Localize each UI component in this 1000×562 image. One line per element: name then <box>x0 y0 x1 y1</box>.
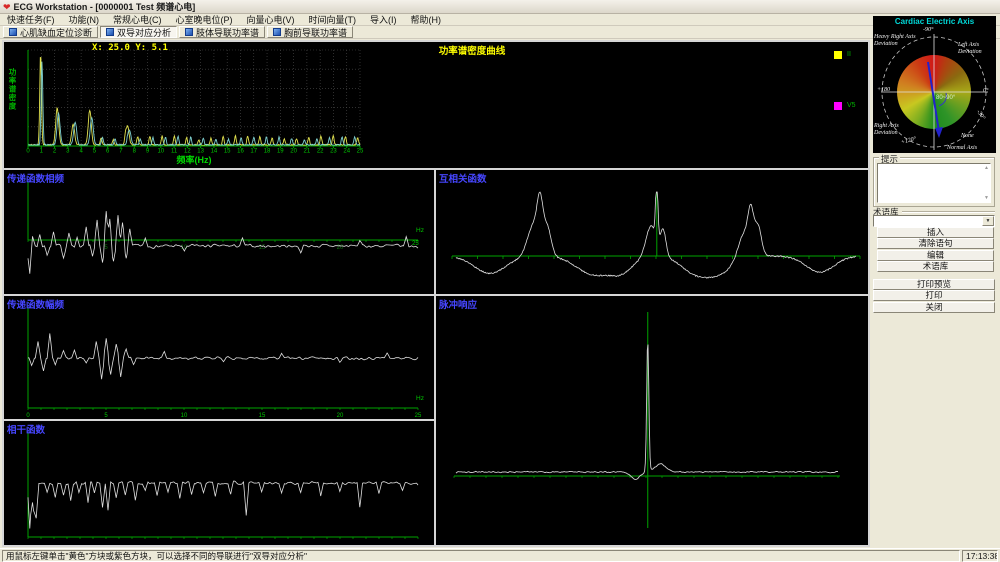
transfer-amplitude-panel: 传递函数幅频 Hz 0510152025 <box>2 294 436 421</box>
menu-item[interactable]: 时间向量(T) <box>302 14 364 26</box>
insert-button[interactable]: 插入 <box>877 227 994 238</box>
hint-textarea[interactable]: ▲ ▼ <box>877 163 991 203</box>
psd-x-axis-label: 频率(Hz) <box>28 153 360 166</box>
lead-ii-label: II <box>847 51 851 58</box>
status-message-cell: 用鼠标左键单击"黄色"方块或紫色方块，可以选择不同的导联进行"双导对应分析" <box>2 550 960 562</box>
menubar: 快速任务(F)功能(N)常规心电(C)心室晚电位(P)向量心电(V)时间向量(T… <box>0 14 1000 26</box>
menu-item[interactable]: 向量心电(V) <box>240 14 302 26</box>
cross-correlation-panel: 互相关函数 <box>434 168 870 296</box>
xcorr-plot <box>436 170 868 294</box>
status-message: 用鼠标左键单击"黄色"方块或紫色方块，可以选择不同的导联进行"双导对应分析" <box>6 551 307 561</box>
tab-label: 肢体导联功率谱 <box>196 26 259 39</box>
term-library-button[interactable]: 术语库 <box>877 261 994 272</box>
tab-icon <box>273 28 281 36</box>
lead-v5-label: V5 <box>847 102 856 109</box>
amp-hz-label: Hz <box>416 395 424 402</box>
compass-label-zero: 0° <box>983 88 988 95</box>
psd-y-axis-label: 功率谱密度 <box>7 68 18 111</box>
compass-label-heavy-right: Heavy Right Axis Deviation <box>874 34 922 47</box>
svg-text:5: 5 <box>104 245 108 251</box>
scroll-down-icon[interactable]: ▼ <box>984 195 989 201</box>
status-time-cell: 17:13:38 <box>962 550 998 562</box>
edit-button[interactable]: 编辑 <box>877 250 994 261</box>
transfer-phase-panel: 传递函数相频 Hz 25 5101520 <box>2 168 436 296</box>
lead-ii-swatch[interactable] <box>834 51 842 59</box>
menu-item[interactable]: 功能(N) <box>62 14 107 26</box>
phase-hz-label: Hz <box>416 227 424 234</box>
toolbar-tab[interactable]: 胸前导联功率谱 <box>267 26 353 38</box>
menu-item[interactable]: 导入(I) <box>363 14 404 26</box>
menu-item[interactable]: 心室晚电位(P) <box>169 14 240 26</box>
tab-label: 双导对应分析 <box>117 26 171 39</box>
app-heart-icon: ❤ <box>3 2 11 12</box>
menu-item[interactable]: 帮助(H) <box>404 14 449 26</box>
transfer-amplitude-title: 传递函数幅频 <box>7 297 64 311</box>
toolbar-tab[interactable]: 心肌缺血定位诊断 <box>3 26 98 38</box>
close-button[interactable]: 关闭 <box>873 302 995 313</box>
impulse-response-title: 脉冲响应 <box>439 297 477 311</box>
axis-reading: 80~90° <box>936 95 955 101</box>
compass-label-right-axis: Right Axis Deviation <box>874 123 914 136</box>
compass-label-normal-axis: Normal Axis <box>947 145 977 152</box>
chevron-down-icon: ▼ <box>986 218 991 224</box>
tab-icon <box>106 28 114 36</box>
window-title: ECG Workstation - [0000001 Test 频谱心电] <box>14 0 196 13</box>
transfer-phase-title: 传递函数相频 <box>7 171 64 185</box>
menu-item[interactable]: 常规心电(C) <box>106 14 169 26</box>
toolbar-tab[interactable]: 肢体导联功率谱 <box>179 26 265 38</box>
etched-divider <box>902 211 995 213</box>
print-button[interactable]: 打印 <box>873 290 995 301</box>
menu-item[interactable]: 快速任务(F) <box>0 14 62 26</box>
compass-label-none: None <box>961 133 974 140</box>
tab-icon <box>9 28 17 36</box>
impulse-plot <box>436 296 868 545</box>
phase-end-tick: 25 <box>412 241 419 247</box>
psd-plot: 0123456789101112131415161718192021222324… <box>4 42 868 168</box>
charts-area: X: 25.0 Y: 5.1 功率谱密度曲线 功率谱密度 频率(Hz) II V… <box>2 40 870 547</box>
phase-plot: 5101520 <box>4 170 434 294</box>
hint-groupbox: 提示 ▲ ▼ <box>873 157 995 207</box>
psd-title: 功率谱密度曲线 <box>40 43 870 57</box>
statusbar: 用鼠标左键单击"黄色"方块或紫色方块，可以选择不同的导联进行"双导对应分析" 1… <box>0 548 1000 562</box>
psd-panel: X: 25.0 Y: 5.1 功率谱密度曲线 功率谱密度 频率(Hz) II V… <box>2 40 870 170</box>
cross-correlation-title: 互相关函数 <box>439 171 487 185</box>
coherence-panel: 相干函数 <box>2 419 436 547</box>
compass-label-minus90: -90° <box>923 27 933 34</box>
tab-label: 心肌缺血定位诊断 <box>20 26 92 39</box>
axis-needle-arrowhead <box>935 127 943 138</box>
clear-statement-button[interactable]: 清除语句 <box>877 238 994 249</box>
amp-plot: 0510152025 <box>4 296 434 419</box>
impulse-response-panel: 脉冲响应 <box>434 294 870 547</box>
status-time: 17:13:38 <box>966 551 998 561</box>
scroll-up-icon[interactable]: ▲ <box>984 165 989 171</box>
tab-label: 胸前导联功率谱 <box>284 26 347 39</box>
term-combobox[interactable]: ▼ <box>873 215 995 227</box>
compass-label-left-axis: Left Axis Deviation <box>958 42 994 55</box>
toolbar-tab[interactable]: 双导对应分析 <box>100 26 177 38</box>
compass-label-plus180: +180 <box>877 87 890 94</box>
coherence-plot <box>4 421 434 545</box>
combo-dropdown-button[interactable]: ▼ <box>982 216 994 226</box>
lead-v5-swatch[interactable] <box>834 102 842 110</box>
cardiac-electric-axis-panel: Cardiac Electric Axis Heavy Right Axis D… <box>873 16 996 153</box>
tab-icon <box>185 28 193 36</box>
print-preview-button[interactable]: 打印预览 <box>873 279 995 290</box>
titlebar: ❤ ECG Workstation - [0000001 Test 频谱心电] <box>0 0 1000 14</box>
toolbar: 心肌缺血定位诊断 双导对应分析 肢体导联功率谱 胸前导联功率谱 <box>0 26 1000 39</box>
coherence-title: 相干函数 <box>7 422 45 436</box>
